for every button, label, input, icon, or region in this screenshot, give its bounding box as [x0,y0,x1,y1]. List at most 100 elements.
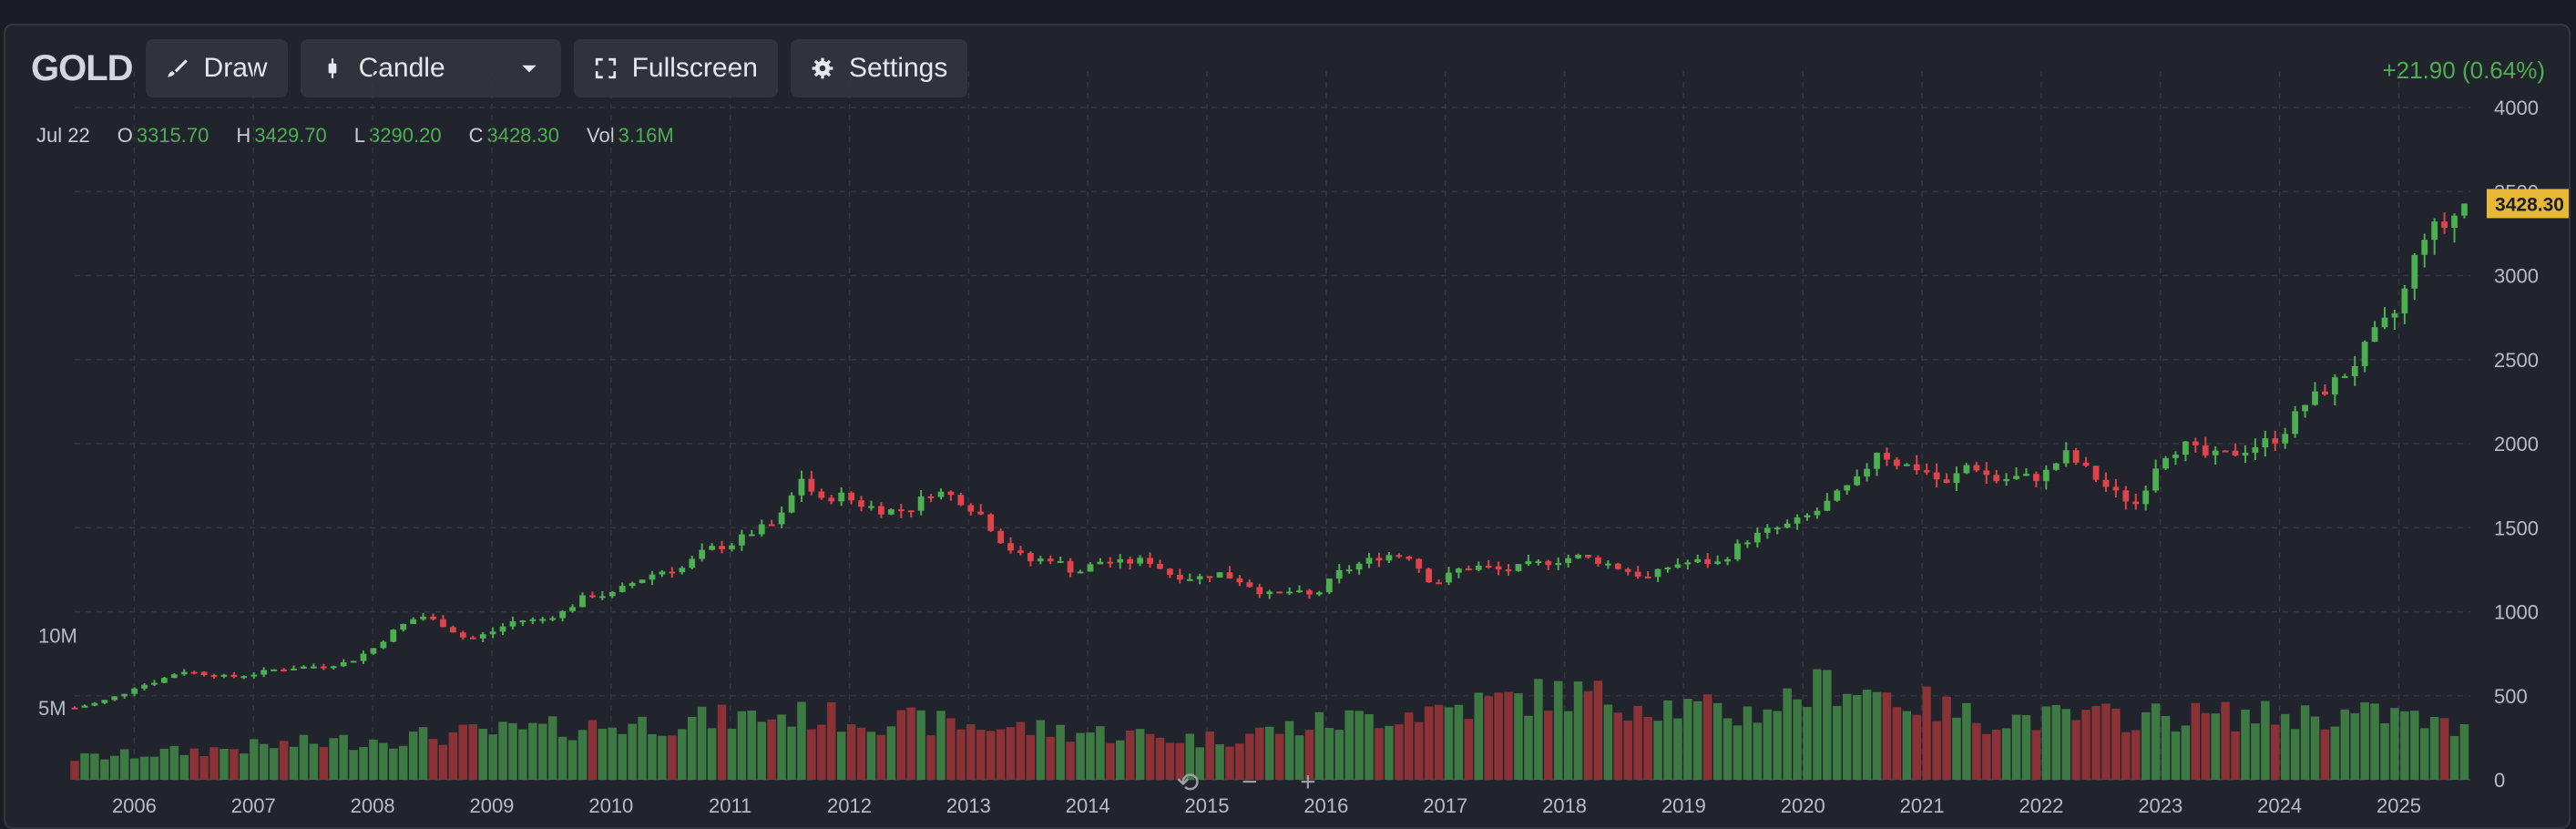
candle [1973,465,1980,471]
candle [1624,568,1631,572]
volume-bar [1583,691,1593,780]
volume-bar [1534,679,1543,780]
candle [649,574,656,580]
volume-bar [2300,705,2310,780]
volume-bar [1972,722,1981,780]
volume-bar [886,726,896,780]
volume-bar [817,724,826,780]
volume-bar [1036,720,1046,780]
candle [1634,571,1641,577]
candle [1067,560,1074,573]
volume-bar [547,716,557,780]
volume-bar [976,730,986,780]
candle [798,478,805,496]
volume-bar [1454,704,1464,780]
candle [1804,515,1811,517]
volume-bar [70,761,79,780]
volume-bar [1722,718,1733,780]
volume-bar [1395,724,1404,780]
candle [669,571,676,574]
volume-bar [996,729,1006,780]
candle [539,619,547,621]
volume-bar [1932,721,1941,780]
candle [1844,485,1851,491]
candle [380,641,387,649]
volume-bar [1712,702,1722,780]
candle [808,478,815,492]
volume-bar [1434,704,1444,780]
candle [828,497,835,502]
candle [529,619,537,621]
volume-bar [1623,720,1632,780]
volume-bar [2051,704,2061,780]
volume-bar [1793,699,1802,780]
volume-bar [1643,716,1652,780]
candle [91,702,98,706]
candle [2112,486,2120,491]
volume-bar [2419,728,2429,780]
volume-bar [1135,729,1145,780]
volume-bar [986,731,996,780]
candle [1933,472,1940,480]
volume-bar [80,752,89,780]
volume-bar [557,736,567,780]
candle [1127,558,1134,564]
candle [180,671,188,675]
candle [1186,578,1193,581]
volume-bar [648,733,657,780]
volume-bar [2101,703,2111,780]
volume-bar [119,749,129,780]
volume-bar [1354,711,1364,780]
volume-bar [1086,732,1095,780]
candle [1515,564,1522,571]
x-tick-label: 2009 [469,794,514,817]
price-chart[interactable]: 0500100015002000250030003500400020062007… [5,26,2571,829]
volume-bar [149,756,159,780]
volume-bar [1066,742,1075,780]
candle [1565,558,1572,564]
volume-bar [2390,708,2399,780]
candle [2461,203,2468,216]
candle [281,669,287,671]
zoom-in-button[interactable]: + [1300,767,1316,798]
candle [121,693,128,697]
candle [917,496,925,511]
volume-bar [1076,732,1085,780]
candle [2033,474,2039,482]
volume-bar [2410,711,2419,780]
x-tick-label: 2022 [2019,794,2063,817]
candle [2302,404,2308,412]
candle [131,688,138,694]
volume-bar [1982,733,1991,780]
candle [1416,558,1423,569]
volume-bar [1145,733,1155,780]
candle [1495,566,1502,570]
candle [370,648,377,654]
volume-bar [2360,701,2369,780]
volume-bar [389,748,398,780]
candle [818,491,825,498]
volume-bar [289,746,299,780]
volume-bar [747,711,757,780]
volume-bar [2340,709,2350,780]
candle [2361,342,2368,366]
candle [1206,576,1213,578]
candle [2062,450,2070,464]
volume-bar [210,747,219,780]
volume-bar [2001,728,2011,780]
candle [160,678,168,683]
zoom-out-button[interactable]: − [1242,767,1258,798]
volume-bar [1593,681,1603,780]
volume-bar [1912,714,1921,780]
candle [2003,478,2010,482]
volume-bar [757,722,766,780]
zoom-reset-button[interactable]: ⟲ [1176,767,1199,799]
volume-bar [946,718,956,780]
candle [261,670,268,675]
candle [1456,568,1462,573]
candle [1037,558,1044,562]
candle [1585,555,1591,558]
candle [1824,500,1831,511]
y-tick-label: 0 [2494,769,2505,792]
volume-bar [717,704,727,780]
